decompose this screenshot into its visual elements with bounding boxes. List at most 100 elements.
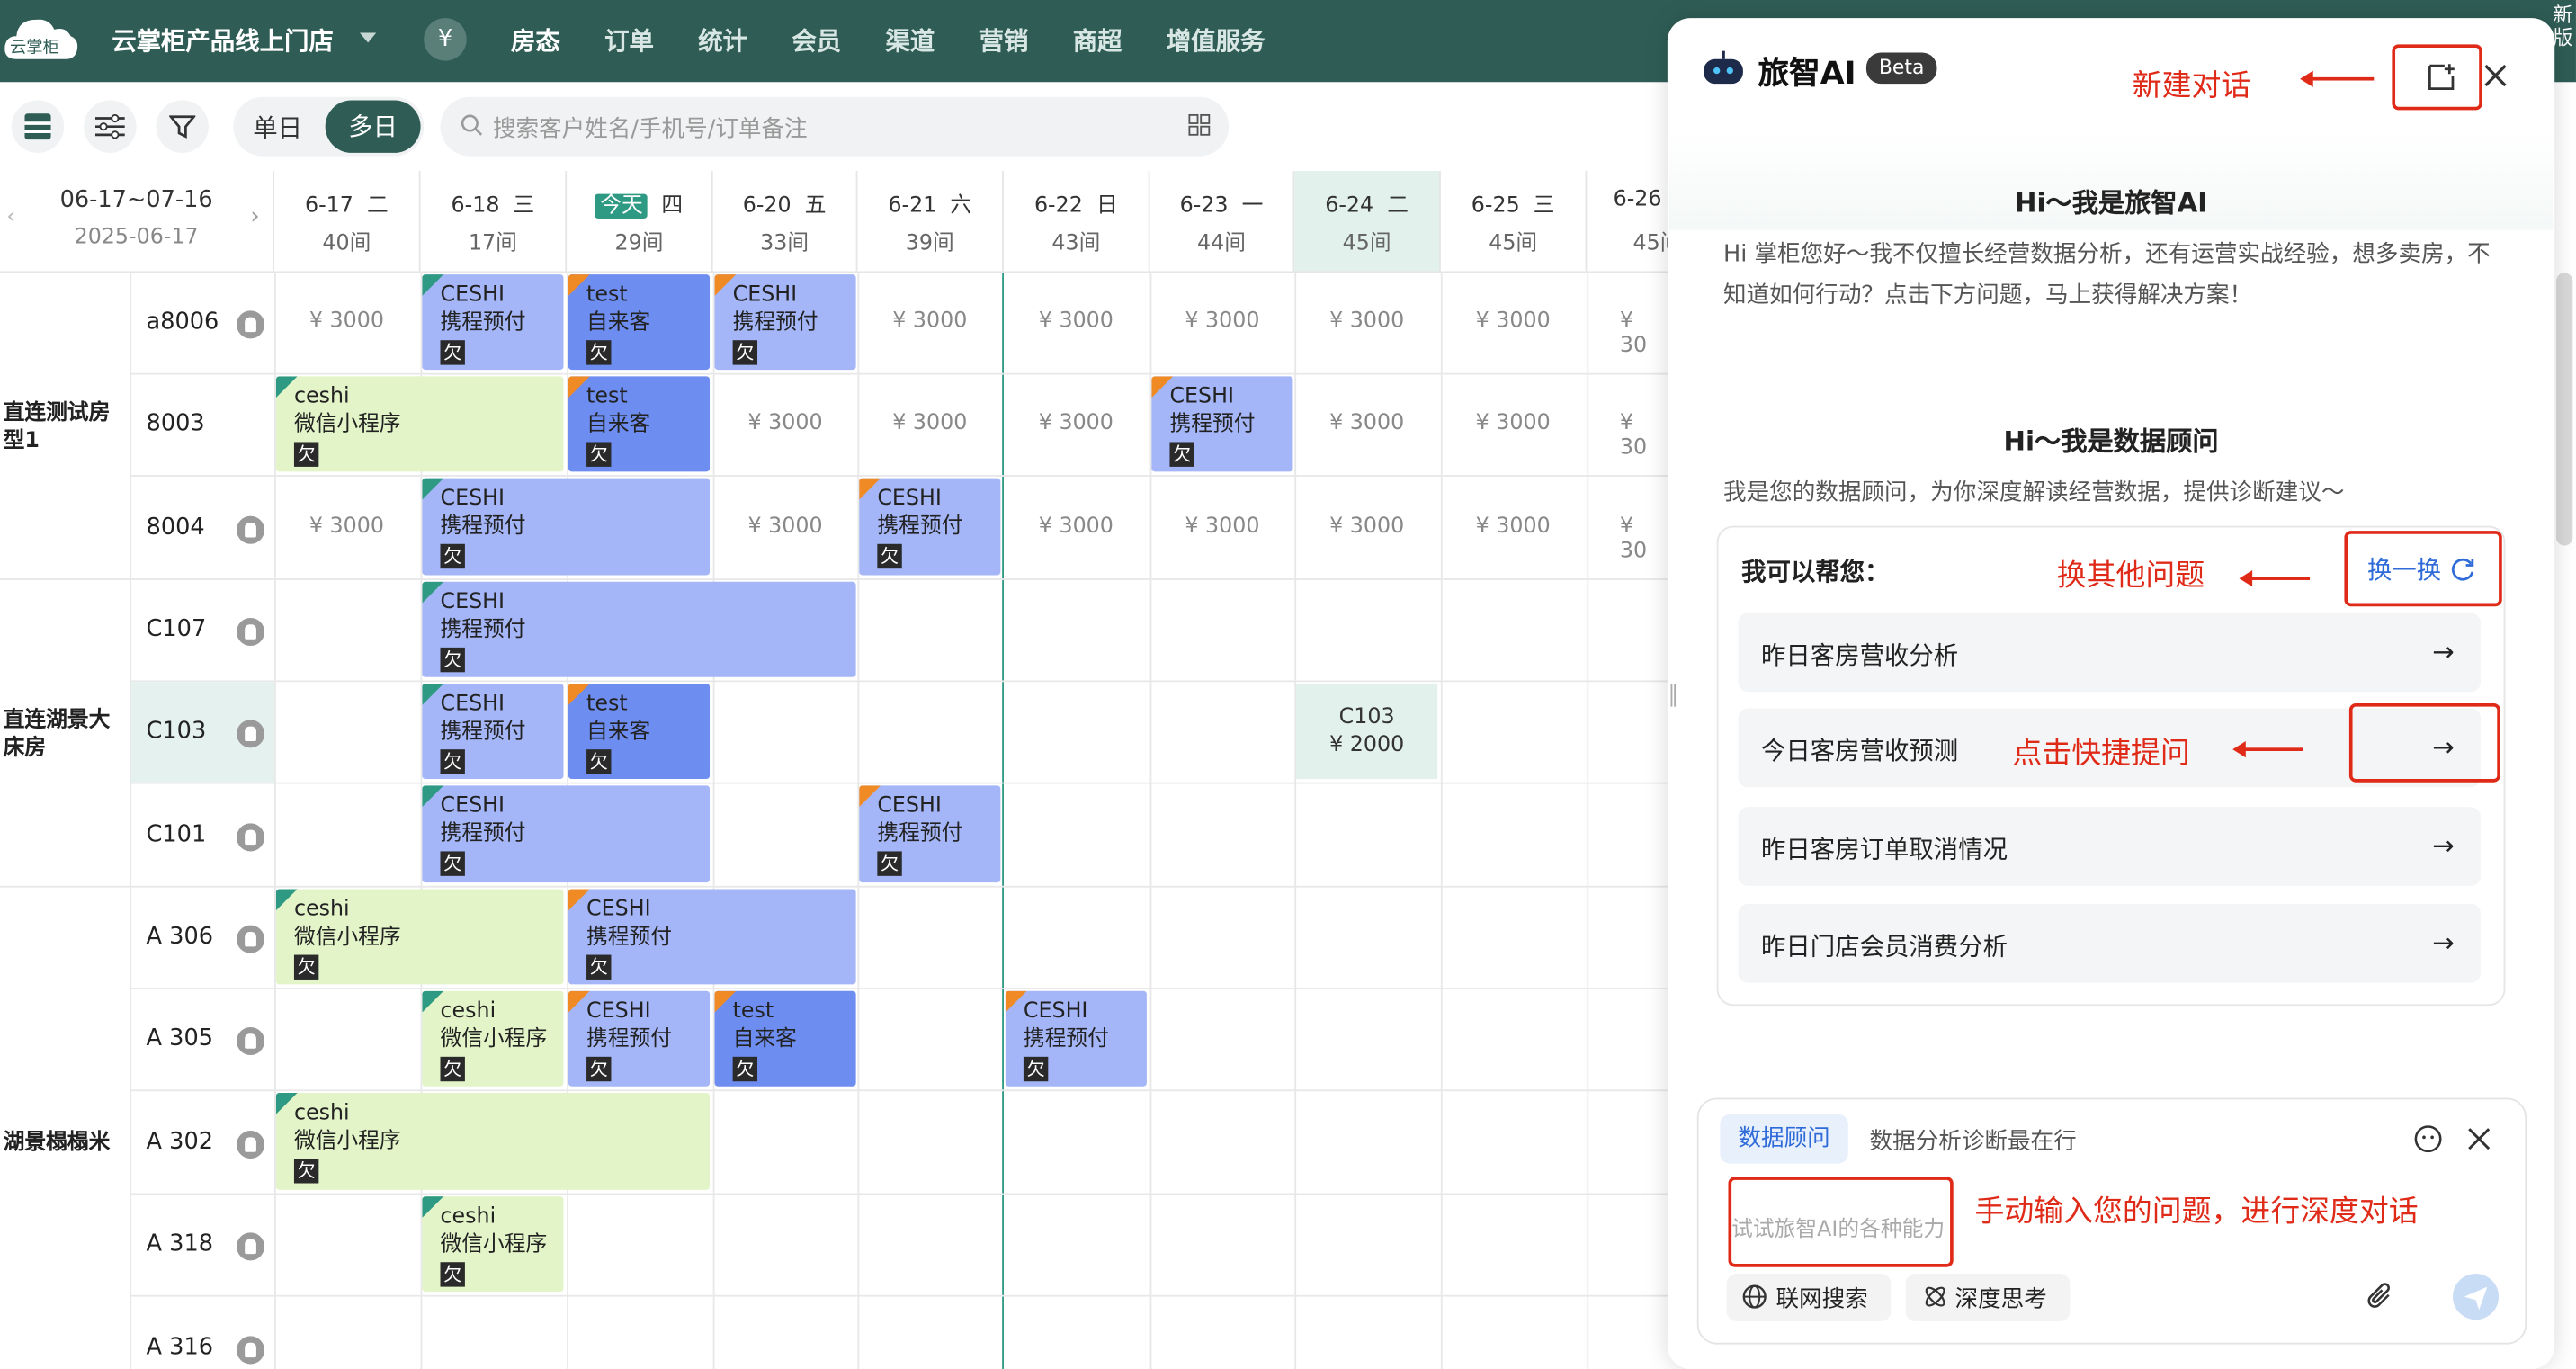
nav-channels[interactable]: 渠道: [885, 23, 935, 58]
cleaning-status-icon[interactable]: [237, 1131, 265, 1159]
filter-icon[interactable]: [156, 100, 209, 153]
room-number[interactable]: 8003: [147, 411, 205, 437]
room-number[interactable]: a8006: [147, 309, 219, 335]
new-version-badge[interactable]: 新 版: [2553, 4, 2576, 49]
booking-block[interactable]: CESHI 携程预付欠: [422, 581, 856, 677]
single-day-tab[interactable]: 单日: [253, 110, 302, 144]
nav-room-status[interactable]: 房态: [511, 23, 560, 58]
mode-tag[interactable]: 数据顾问: [1720, 1114, 1848, 1164]
room-number[interactable]: C107: [147, 616, 207, 642]
cleaning-status-icon[interactable]: [237, 310, 265, 339]
booking-block[interactable]: ceshi 微信小程序欠: [422, 990, 564, 1087]
room-number[interactable]: 8004: [147, 514, 205, 541]
room-price[interactable]: ¥ 3000: [1441, 411, 1586, 435]
booking-block[interactable]: test 自来客欠: [714, 990, 856, 1087]
nav-marketing[interactable]: 营销: [979, 23, 1029, 58]
booking-block[interactable]: ceshi 微信小程序欠: [275, 376, 564, 472]
cleaning-status-icon[interactable]: [237, 720, 265, 748]
cleaning-status-icon[interactable]: [237, 617, 265, 647]
close-icon[interactable]: [2482, 62, 2509, 88]
booking-block[interactable]: CESHI 携程预付欠: [1005, 990, 1147, 1087]
room-price[interactable]: ¥ 3000: [1150, 514, 1295, 539]
layout-icon[interactable]: [11, 100, 65, 153]
booking-block[interactable]: CESHI 携程预付欠: [714, 274, 856, 371]
day-header[interactable]: 6-20 五 33间: [712, 171, 858, 273]
nav-members[interactable]: 会员: [792, 23, 841, 58]
close-mode-icon[interactable]: [2467, 1127, 2491, 1150]
store-name[interactable]: 云掌柜产品线上门店: [112, 23, 334, 58]
room-price[interactable]: ¥ 3000: [1294, 411, 1439, 435]
day-header[interactable]: 6-17 二 40间: [274, 171, 421, 273]
room-number[interactable]: A 302: [147, 1129, 213, 1155]
quick-question[interactable]: 昨日客房营收分析 →: [1738, 613, 2482, 693]
room-price[interactable]: ¥ 3000: [1150, 309, 1295, 333]
chevron-right-icon[interactable]: ›: [250, 204, 259, 230]
booking-block[interactable]: CESHI 携程预付欠: [422, 785, 711, 883]
room-price[interactable]: ¥ 3000: [1441, 514, 1586, 539]
multi-day-tab[interactable]: 多日: [325, 100, 421, 153]
room-number[interactable]: A 306: [147, 924, 213, 950]
room-price[interactable]: ¥ 30: [1587, 309, 1666, 358]
currency-icon[interactable]: ¥: [424, 18, 467, 61]
booking-block[interactable]: ceshi 微信小程序欠: [422, 1196, 564, 1293]
room-price[interactable]: ¥ 3000: [1004, 514, 1149, 539]
room-price[interactable]: ¥ 3000: [857, 411, 1002, 435]
nav-orders[interactable]: 订单: [604, 23, 654, 58]
emoji-icon[interactable]: [2413, 1124, 2443, 1154]
selected-cell[interactable]: C103 ¥ 2000: [1296, 684, 1438, 780]
booking-block[interactable]: ceshi 微信小程序欠: [275, 889, 564, 985]
booking-block[interactable]: CESHI 携程预付欠: [1151, 376, 1293, 472]
booking-block[interactable]: test 自来客欠: [568, 684, 711, 780]
chevron-down-icon[interactable]: [360, 32, 377, 43]
room-number[interactable]: C103: [147, 718, 207, 744]
room-price[interactable]: ¥ 3000: [274, 309, 419, 333]
booking-block[interactable]: test 自来客欠: [568, 274, 711, 371]
booking-block[interactable]: CESHI 携程预付欠: [422, 684, 564, 780]
nav-stats[interactable]: 统计: [698, 23, 747, 58]
day-header[interactable]: 6-18 三 17间: [420, 171, 568, 273]
room-price[interactable]: ¥ 30: [1587, 411, 1666, 461]
day-header[interactable]: 6-22 日 43间: [1003, 171, 1150, 273]
room-price[interactable]: ¥ 3000: [713, 514, 858, 539]
room-price[interactable]: ¥ 3000: [274, 514, 419, 539]
day-header[interactable]: 6-25 三 45间: [1440, 171, 1588, 273]
day-header-today[interactable]: 今天 四 29间: [567, 171, 713, 273]
booking-block[interactable]: CESHI 携程预付欠: [422, 478, 711, 576]
quick-question[interactable]: 昨日门店会员消费分析 →: [1738, 903, 2482, 983]
cleaning-status-icon[interactable]: [237, 1336, 265, 1365]
resize-handle[interactable]: [1670, 684, 1677, 707]
booking-block[interactable]: CESHI 携程预付欠: [422, 274, 564, 371]
cleaning-status-icon[interactable]: [237, 1232, 265, 1261]
day-header[interactable]: 6-21 六 39间: [857, 171, 1004, 273]
cloud-logo-icon[interactable]: 云掌柜: [4, 10, 79, 66]
cleaning-status-icon[interactable]: [237, 823, 265, 852]
room-price[interactable]: ¥ 3000: [1294, 309, 1439, 333]
room-price[interactable]: ¥ 3000: [1294, 514, 1439, 539]
cleaning-status-icon[interactable]: [237, 1026, 265, 1055]
room-number[interactable]: A 316: [147, 1335, 213, 1361]
cleaning-status-icon[interactable]: [237, 925, 265, 953]
room-price[interactable]: ¥ 3000: [1004, 309, 1149, 333]
booking-block[interactable]: CESHI 携程预付欠: [859, 785, 1001, 883]
room-number[interactable]: A 318: [147, 1230, 213, 1257]
booking-block[interactable]: test 自来客欠: [568, 376, 711, 472]
nav-store[interactable]: 商超: [1073, 23, 1123, 58]
quick-question[interactable]: 昨日客房订单取消情况 →: [1738, 807, 2482, 886]
room-price[interactable]: ¥ 3000: [857, 309, 1002, 333]
room-price[interactable]: ¥ 3000: [713, 411, 858, 435]
room-number[interactable]: C101: [147, 822, 207, 848]
scrollbar[interactable]: [2556, 273, 2573, 546]
day-header[interactable]: 6-23 一 44间: [1149, 171, 1295, 273]
cleaning-status-icon[interactable]: [237, 515, 265, 544]
booking-block[interactable]: ceshi 微信小程序欠: [275, 1093, 711, 1190]
room-number[interactable]: A 305: [147, 1025, 213, 1051]
nav-value-added[interactable]: 增值服务: [1167, 23, 1266, 58]
attachment-icon[interactable]: [2366, 1282, 2395, 1311]
room-price[interactable]: ¥ 3000: [1004, 411, 1149, 435]
booking-block[interactable]: CESHI 携程预付欠: [859, 478, 1001, 576]
booking-block[interactable]: CESHI 携程预付欠: [568, 990, 711, 1087]
date-range[interactable]: 06-17~07-16: [0, 187, 273, 213]
scan-icon[interactable]: [1188, 113, 1212, 137]
settings-sliders-icon[interactable]: [84, 100, 137, 153]
booking-block[interactable]: CESHI 携程预付欠: [568, 889, 856, 985]
